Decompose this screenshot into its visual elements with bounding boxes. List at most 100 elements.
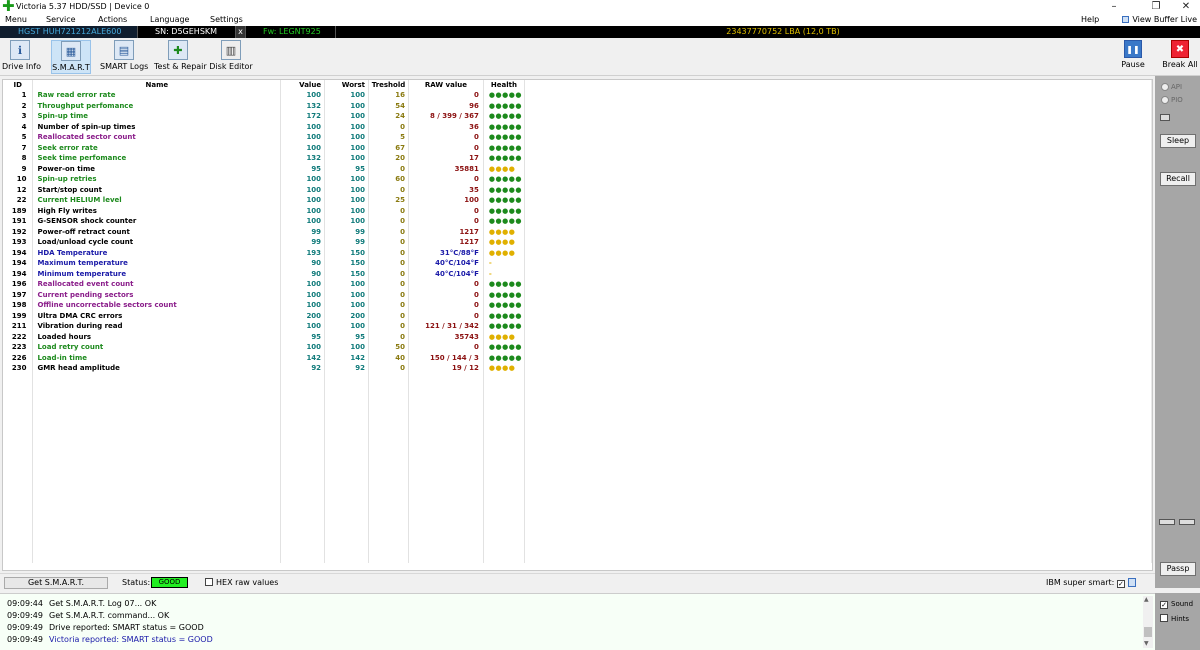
api-radio[interactable]: API <box>1161 83 1182 91</box>
table-row[interactable]: 2 Throughput perfomance 132 100 54 96 ●●●●● <box>3 100 1152 111</box>
col-header-treshold[interactable]: Treshold <box>368 80 409 90</box>
table-row[interactable]: 193 Load/unload cycle count 99 99 0 1217 ●●●● <box>3 237 1152 248</box>
table-row[interactable]: 194 HDA Temperature 193 150 0 31°C/88°F ●●●● <box>3 247 1152 258</box>
cell-id: 197 <box>3 289 34 300</box>
col-header-health[interactable]: Health <box>483 80 525 90</box>
table-row[interactable]: 226 Load-in time 142 142 40 150 / 144 / 3 ●●●●… <box>3 352 1152 363</box>
test-repair-button[interactable]: ✚ Test & Repair <box>154 40 207 74</box>
table-row[interactable]: 8 Seek time perfomance 132 100 20 17 ●●●●● <box>3 153 1152 164</box>
small-button-left[interactable] <box>1159 519 1175 525</box>
table-row[interactable]: 7 Seek error rate 100 100 67 0 ●●●●● <box>3 142 1152 153</box>
sleep-button[interactable]: Sleep <box>1160 134 1196 148</box>
ibm-super-smart-checkbox[interactable]: IBM super smart: ✓ <box>1046 578 1128 588</box>
device-model[interactable]: HGST HUH721212ALE600 <box>0 26 138 38</box>
table-row[interactable] <box>3 394 1152 405</box>
table-row[interactable]: 192 Power-off retract count 99 99 0 1217 ●●●● <box>3 226 1152 237</box>
sound-checkbox[interactable]: ✓ Sound <box>1160 600 1193 609</box>
menu-item-language[interactable]: Language <box>150 15 189 24</box>
table-row[interactable] <box>3 489 1152 500</box>
maximize-button[interactable]: ❐ <box>1142 0 1170 14</box>
minimize-button[interactable]: – <box>1100 0 1128 14</box>
table-row[interactable]: 230 GMR head amplitude 92 92 0 19 / 12 ●●●● <box>3 363 1152 374</box>
table-row[interactable] <box>3 520 1152 531</box>
cell-spacer <box>524 258 1152 269</box>
table-row[interactable]: 222 Loaded hours 95 95 0 35743 ●●●● <box>3 331 1152 342</box>
table-row[interactable]: 194 Maximum temperature 90 150 0 40°C/104°F - <box>3 258 1152 269</box>
table-row[interactable] <box>3 373 1152 384</box>
table-row[interactable] <box>3 384 1152 395</box>
pause-button[interactable]: ❚❚ Pause <box>1118 40 1148 74</box>
table-row[interactable] <box>3 552 1152 563</box>
close-button[interactable]: ✕ <box>1172 0 1200 14</box>
cell-id: 194 <box>3 268 34 279</box>
pio-radio[interactable]: PIO <box>1161 96 1183 104</box>
table-row[interactable]: 1 Raw read error rate 100 100 16 0 ●●●●● <box>3 90 1152 101</box>
col-header-id[interactable]: ID <box>3 80 34 90</box>
col-header-name[interactable]: Name <box>32 80 282 90</box>
log-scrollbar[interactable]: ▲ ▼ <box>1143 596 1153 648</box>
cell-id: 198 <box>3 300 34 311</box>
table-row[interactable] <box>3 531 1152 542</box>
ibm-settings-icon[interactable] <box>1128 578 1136 587</box>
table-row[interactable] <box>3 468 1152 479</box>
table-row[interactable]: 9 Power-on time 95 95 0 35881 ●●●● <box>3 163 1152 174</box>
table-row[interactable] <box>3 478 1152 489</box>
device-close-button[interactable]: x <box>236 26 246 38</box>
table-row[interactable] <box>3 541 1152 552</box>
table-row[interactable] <box>3 436 1152 447</box>
table-row[interactable]: 191 G-SENSOR shock counter 100 100 0 0 ●●●●● <box>3 216 1152 227</box>
table-row[interactable]: 196 Reallocated event count 100 100 0 0 ●●●●● <box>3 279 1152 290</box>
cell-name <box>32 384 282 395</box>
hints-checkbox[interactable]: Hints <box>1160 614 1189 623</box>
scroll-up-icon[interactable]: ▲ <box>1144 596 1149 603</box>
table-row[interactable]: 22 Current HELIUM level 100 100 25 100 ●●●●● <box>3 195 1152 206</box>
disk-editor-button[interactable]: ▥ Disk Editor <box>209 40 253 74</box>
table-row[interactable]: 10 Spin-up retries 100 100 60 0 ●●●●● <box>3 174 1152 185</box>
table-row[interactable]: 189 High Fly writes 100 100 0 0 ●●●●● <box>3 205 1152 216</box>
cell-name: Load/unload cycle count <box>32 237 282 248</box>
menu-item-menu[interactable]: Menu <box>5 15 27 24</box>
table-row[interactable]: 223 Load retry count 100 100 50 0 ●●●●● <box>3 342 1152 353</box>
col-header-raw[interactable]: RAW value <box>408 80 484 90</box>
table-row[interactable] <box>3 405 1152 416</box>
break-all-button[interactable]: ✖ Break All <box>1162 40 1198 74</box>
menu-item-service[interactable]: Service <box>46 15 76 24</box>
col-header-value[interactable]: Value <box>280 80 326 90</box>
table-row[interactable]: 197 Current pending sectors 100 100 0 0 ●●●●● <box>3 289 1152 300</box>
drive-info-button[interactable]: ℹ Drive Info <box>2 40 41 74</box>
table-row[interactable]: 194 Minimum temperature 90 150 0 40°C/104°F - <box>3 268 1152 279</box>
cell-spacer <box>524 363 1152 374</box>
scroll-down-icon[interactable]: ▼ <box>1144 640 1149 647</box>
menu-item-actions[interactable]: Actions <box>98 15 127 24</box>
table-row[interactable] <box>3 415 1152 426</box>
table-row[interactable]: 12 Start/stop count 100 100 0 35 ●●●●● <box>3 184 1152 195</box>
table-row[interactable]: 3 Spin-up time 172 100 24 8 / 399 / 367 ●●●●● <box>3 111 1152 122</box>
disk-editor-label: Disk Editor <box>209 62 253 71</box>
view-buffer-live-toggle[interactable]: View Buffer Live <box>1122 15 1197 24</box>
table-row[interactable] <box>3 499 1152 510</box>
table-row[interactable]: 211 Vibration during read 100 100 0 121 / 31 … <box>3 321 1152 332</box>
table-row[interactable]: 199 Ultra DMA CRC errors 200 200 0 0 ●●●●● <box>3 310 1152 321</box>
passp-button[interactable]: Passp <box>1160 562 1196 576</box>
recall-button[interactable]: Recall <box>1160 172 1196 186</box>
log-scroll-thumb[interactable] <box>1144 627 1152 637</box>
hex-raw-checkbox[interactable]: HEX raw values <box>205 578 278 587</box>
smart-table[interactable]: ID Name Value Worst Treshold RAW value H… <box>2 79 1153 571</box>
menu-item-settings[interactable]: Settings <box>210 15 243 24</box>
table-row[interactable]: 5 Reallocated sector count 100 100 5 0 ●●●●● <box>3 132 1152 143</box>
cell-treshold: 0 <box>368 279 409 290</box>
table-row[interactable] <box>3 426 1152 437</box>
table-row[interactable] <box>3 447 1152 458</box>
get-smart-button[interactable]: Get S.M.A.R.T. <box>4 577 108 589</box>
cell-worst: 95 <box>324 331 369 342</box>
col-header-worst[interactable]: Worst <box>324 80 369 90</box>
table-row[interactable] <box>3 457 1152 468</box>
cell-worst: 100 <box>324 195 369 206</box>
small-button-right[interactable] <box>1179 519 1195 525</box>
menu-item-help[interactable]: Help <box>1081 15 1099 24</box>
smart-button[interactable]: ▦ S.M.A.R.T <box>51 40 91 74</box>
table-row[interactable]: 4 Number of spin-up times 100 100 0 36 ●●●●● <box>3 121 1152 132</box>
table-row[interactable] <box>3 510 1152 521</box>
smart-logs-button[interactable]: ▤ SMART Logs <box>100 40 148 74</box>
table-row[interactable]: 198 Offline uncorrectable sectors count 10… <box>3 300 1152 311</box>
